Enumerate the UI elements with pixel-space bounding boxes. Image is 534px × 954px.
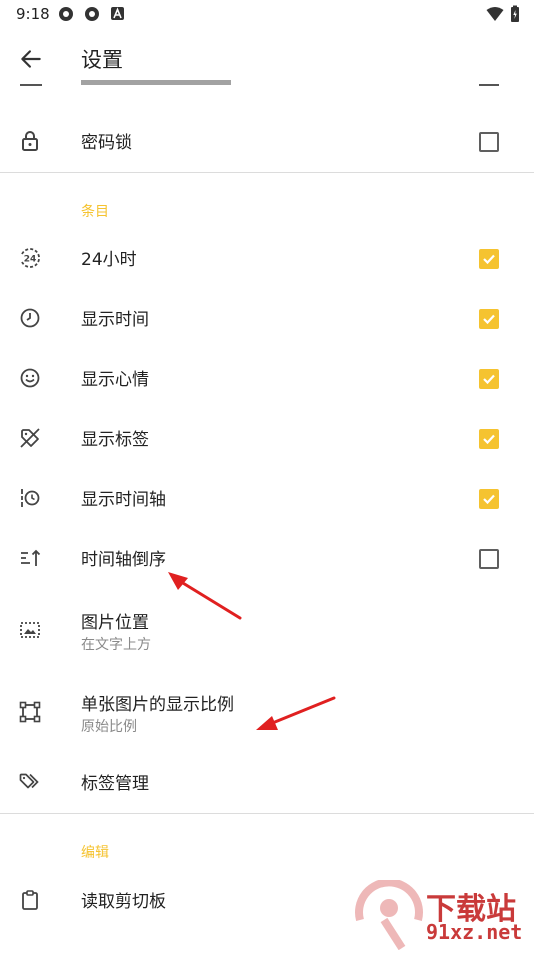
divider [0, 172, 534, 173]
battery-icon [511, 5, 519, 22]
timeline-reverse-checkbox[interactable] [479, 549, 499, 569]
24-hour-checkbox[interactable] [479, 249, 499, 269]
annotation-arrow [256, 696, 336, 730]
clock-icon [20, 308, 40, 328]
row-label: 显示时间轴 [81, 490, 166, 510]
smiley-icon [20, 368, 40, 388]
row-24-hour[interactable]: 24 24小时 [0, 228, 534, 288]
row-label: 读取剪切板 [81, 892, 166, 912]
show-mood-checkbox[interactable] [479, 369, 499, 389]
row-password-lock[interactable]: 密码锁 [0, 111, 534, 171]
timeline-icon [21, 489, 40, 507]
svg-text:24: 24 [24, 255, 37, 265]
watermark: 下载站 91xz.net [354, 878, 534, 951]
row-timeline-reverse[interactable]: 时间轴倒序 [0, 528, 534, 588]
row-show-tags[interactable]: 显示标签 [0, 408, 534, 468]
tags-icon [19, 773, 39, 789]
notification-icon [85, 7, 99, 21]
row-label: 时间轴倒序 [81, 550, 166, 570]
page-title: 设置 [81, 48, 123, 72]
status-right [486, 5, 520, 23]
row-show-timeline[interactable]: 显示时间轴 [0, 468, 534, 528]
row-sublabel: 原始比例 [81, 719, 137, 735]
row-label: 显示时间 [81, 310, 149, 330]
lock-icon [22, 131, 38, 151]
a-icon [111, 7, 124, 20]
section-header-edit: 编辑 [81, 845, 109, 861]
image-position-icon [20, 622, 40, 638]
password-lock-checkbox[interactable] [479, 132, 499, 152]
row-label: 24小时 [81, 250, 137, 270]
wifi-icon [486, 7, 504, 21]
row-label: 密码锁 [81, 133, 132, 153]
status-time: 9:18 [16, 5, 50, 23]
row-image-position[interactable]: 图片位置 在文字上方 [0, 600, 534, 670]
status-bar: 9:18 [0, 0, 534, 28]
scrolled-row-fragment [0, 78, 534, 92]
sort-ascending-icon [21, 549, 41, 566]
show-time-checkbox[interactable] [479, 309, 499, 329]
notification-icon [59, 7, 73, 21]
back-arrow-icon[interactable] [18, 46, 44, 72]
show-tags-checkbox[interactable] [479, 429, 499, 449]
row-label: 标签管理 [81, 774, 149, 794]
24-hour-icon: 24 [21, 248, 40, 268]
tag-off-icon [20, 428, 40, 448]
divider [0, 813, 534, 814]
row-show-mood[interactable]: 显示心情 [0, 348, 534, 408]
aspect-ratio-icon [19, 701, 41, 723]
row-label: 显示标签 [81, 430, 149, 450]
row-tag-manage[interactable]: 标签管理 [0, 752, 534, 812]
section-header-entries: 条目 [81, 204, 109, 220]
row-label: 单张图片的显示比例 [81, 695, 234, 715]
row-label: 图片位置 [81, 613, 149, 633]
annotation-arrow [168, 572, 242, 620]
clipboard-icon [22, 890, 38, 910]
row-sublabel: 在文字上方 [81, 637, 151, 653]
show-timeline-checkbox[interactable] [479, 489, 499, 509]
row-label: 显示心情 [81, 370, 149, 390]
watermark-domain: 91xz.net [426, 920, 523, 944]
row-show-time[interactable]: 显示时间 [0, 288, 534, 348]
